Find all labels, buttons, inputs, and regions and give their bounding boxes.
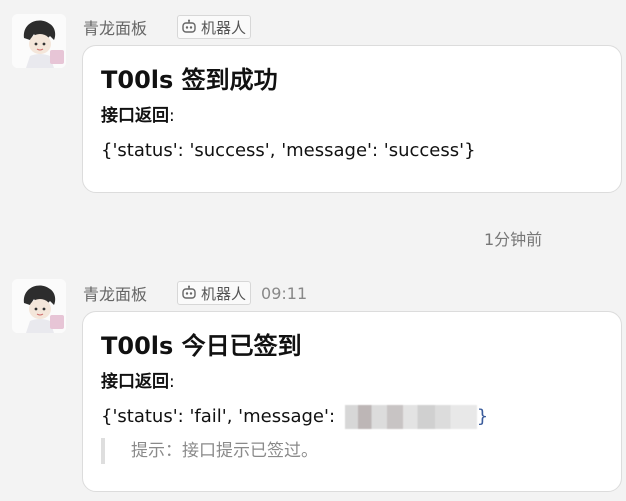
field-label-text: 接口返回 <box>101 106 169 126</box>
field-label-colon: : <box>169 372 175 392</box>
cartoon-avatar-icon <box>12 14 66 68</box>
sender-name[interactable]: 青龙面板 <box>83 15 147 39</box>
message-bubble[interactable]: T00ls 今日已签到 接口返回: {'status': 'fail', 'me… <box>82 311 622 492</box>
hint-quote: 提示：接口提示已签过。 <box>101 438 603 464</box>
sender-avatar[interactable] <box>12 279 66 333</box>
field-label: 接口返回: <box>101 104 603 128</box>
robot-icon <box>182 19 196 33</box>
response-prefix: {'status': 'fail', 'message': <box>101 406 341 427</box>
response-suffix: } <box>476 406 489 427</box>
bot-badge: 机器人 <box>177 15 252 39</box>
field-label-colon: : <box>169 106 175 126</box>
bot-label: 机器人 <box>201 18 247 37</box>
bot-label: 机器人 <box>201 284 247 303</box>
bot-badge: 机器人 <box>177 281 252 305</box>
message-time: 09:11 <box>261 283 308 303</box>
field-label-text: 接口返回 <box>101 372 169 392</box>
sender-avatar[interactable] <box>12 14 66 68</box>
sender-line: 青龙面板 机器人 09:11 <box>83 280 307 306</box>
chat-area: 青龙面板 机器人 T00ls 签到成功 接口返回: {'status': 'su… <box>0 0 626 501</box>
response-text: {'status': 'success', 'message': 'succes… <box>101 140 476 161</box>
robot-icon <box>182 285 196 299</box>
time-separator: 1分钟前 <box>484 230 543 249</box>
message-bubble[interactable]: T00ls 签到成功 接口返回: {'status': 'success', '… <box>82 45 622 193</box>
response-text: {'status': 'fail', 'message': } <box>101 404 603 430</box>
sender-name[interactable]: 青龙面板 <box>83 281 147 305</box>
message-title: T00ls 签到成功 <box>101 66 278 94</box>
field-label: 接口返回: <box>101 370 603 394</box>
sender-line: 青龙面板 机器人 <box>83 14 252 40</box>
redacted-mosaic <box>344 405 477 429</box>
message-title: T00ls 今日已签到 <box>101 332 302 360</box>
cartoon-avatar-icon <box>12 279 66 333</box>
